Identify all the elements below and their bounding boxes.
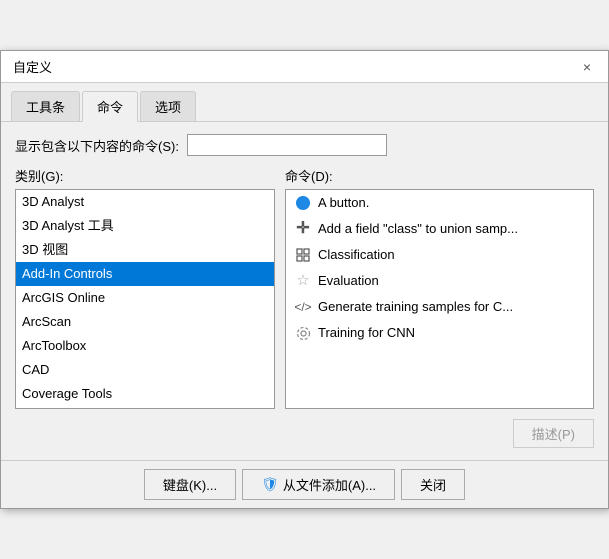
circle-blue-icon — [294, 194, 312, 212]
title-bar: 自定义 × — [1, 51, 608, 83]
list-item[interactable]: ArcToolbox — [16, 334, 274, 358]
code-icon: </> — [294, 298, 312, 316]
list-item[interactable]: 3D Analyst 工具 — [16, 214, 274, 238]
columns-row: 类别(G): 3D Analyst 3D Analyst 工具 3D 视图 Ad… — [15, 166, 594, 409]
describe-row: 描述(P) — [15, 419, 594, 448]
command-item-label: Add a field "class" to union samp... — [318, 218, 518, 240]
category-column: 类别(G): 3D Analyst 3D Analyst 工具 3D 视图 Ad… — [15, 166, 275, 409]
content-area: 显示包含以下内容的命令(S): 类别(G): 3D Analyst 3D Ana… — [1, 122, 608, 460]
command-item-label: Training for CNN — [318, 322, 415, 344]
category-listbox[interactable]: 3D Analyst 3D Analyst 工具 3D 视图 Add-In Co… — [15, 189, 275, 409]
describe-button[interactable]: 描述(P) — [513, 419, 594, 448]
command-item[interactable]: Training for CNN — [286, 320, 593, 346]
list-item[interactable]: Coverage Tools — [16, 382, 274, 406]
search-input[interactable] — [187, 134, 387, 156]
tabs-row: 工具条 命令 选项 — [1, 83, 608, 122]
tab-command[interactable]: 命令 — [82, 91, 138, 122]
command-item[interactable]: ☆ Evaluation — [286, 268, 593, 294]
keyboard-button[interactable]: 键盘(K)... — [144, 469, 236, 500]
command-item[interactable]: ✛ Add a field "class" to union samp... — [286, 216, 593, 242]
command-item-label: Evaluation — [318, 270, 379, 292]
category-label: 类别(G): — [15, 166, 275, 185]
command-column: 命令(D): A button. ✛ Add a field "class" t… — [285, 166, 594, 409]
command-listbox[interactable]: A button. ✛ Add a field "class" to union… — [285, 189, 594, 409]
list-item-selected[interactable]: Add-In Controls — [16, 262, 274, 286]
command-label: 命令(D): — [285, 166, 594, 185]
list-item[interactable]: 3D Analyst — [16, 190, 274, 214]
command-item[interactable]: Classification — [286, 242, 593, 268]
command-item-label: A button. — [318, 192, 369, 214]
customize-dialog: 自定义 × 工具条 命令 选项 显示包含以下内容的命令(S): 类别(G): 3… — [0, 50, 609, 509]
list-item[interactable]: 3D 视图 — [16, 238, 274, 262]
star-icon: ☆ — [294, 272, 312, 290]
tab-toolbar[interactable]: 工具条 — [11, 91, 80, 121]
tab-options[interactable]: 选项 — [140, 91, 196, 121]
close-button[interactable]: × — [576, 56, 598, 78]
search-row: 显示包含以下内容的命令(S): — [15, 134, 594, 156]
command-item[interactable]: A button. — [286, 190, 593, 216]
command-item-label: Classification — [318, 244, 395, 266]
command-item[interactable]: </> Generate training samples for C... — [286, 294, 593, 320]
cog-icon — [294, 324, 312, 342]
close-bottom-button[interactable]: 关闭 — [401, 469, 465, 500]
add-from-file-button[interactable]: 🛡 从文件添加(A)... — [242, 469, 395, 500]
command-item-label: Generate training samples for C... — [318, 296, 513, 318]
list-item[interactable]: Data Interoperability 工具 — [16, 406, 274, 409]
list-item[interactable]: CAD — [16, 358, 274, 382]
shield-icon: 🛡 — [261, 476, 279, 493]
dialog-title: 自定义 — [13, 57, 52, 76]
list-item[interactable]: ArcGIS Online — [16, 286, 274, 310]
cross-icon: ✛ — [294, 220, 312, 238]
list-item[interactable]: ArcScan — [16, 310, 274, 334]
add-from-file-label: 从文件添加(A)... — [283, 475, 376, 494]
grid-icon — [294, 246, 312, 264]
close-bottom-label: 关闭 — [420, 475, 446, 494]
bottom-bar: 键盘(K)... 🛡 从文件添加(A)... 关闭 — [1, 460, 608, 508]
keyboard-button-label: 键盘(K)... — [163, 475, 217, 494]
search-label: 显示包含以下内容的命令(S): — [15, 136, 179, 155]
